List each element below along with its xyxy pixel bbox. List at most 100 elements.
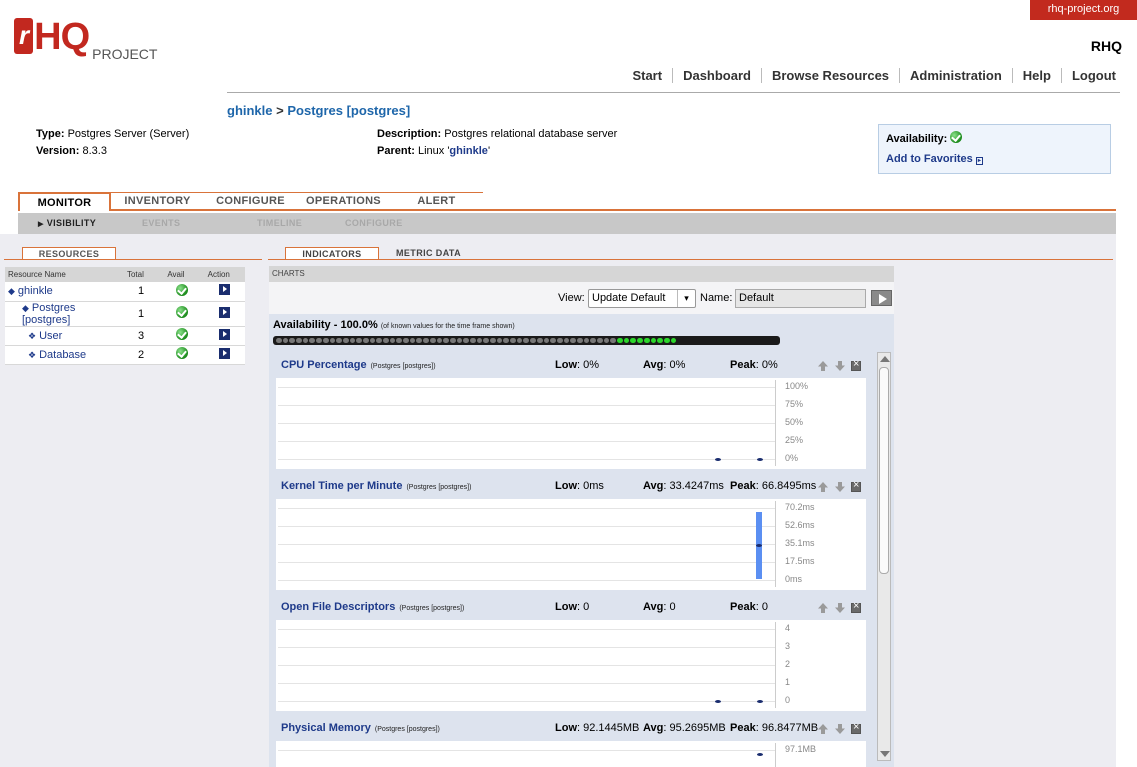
availability-percent: Availability - 100.0% <box>273 319 378 331</box>
tab-inventory[interactable]: INVENTORY <box>111 192 204 211</box>
resource-link[interactable]: Database <box>39 349 86 361</box>
avail-cell <box>164 301 205 327</box>
metric-title[interactable]: CPU Percentage (Postgres [postgres]) <box>281 359 436 371</box>
move-down-icon[interactable] <box>835 482 845 492</box>
action-cell <box>204 301 245 327</box>
subtab-timeline[interactable]: TIMELINE <box>257 213 302 234</box>
avg-label: Avg <box>643 601 664 613</box>
nav-browse-resources[interactable]: Browse Resources <box>760 68 899 83</box>
close-icon[interactable] <box>851 358 861 371</box>
subtab-visibility[interactable]: ▶ VISIBILITY <box>38 213 96 234</box>
close-icon[interactable] <box>851 721 861 734</box>
col-resource-name[interactable]: Resource Name <box>5 267 124 282</box>
avg-value: 0 <box>669 601 676 613</box>
metric-peak: Peak: 96.8477MB <box>730 722 819 734</box>
availability-dot <box>396 337 403 344</box>
availability-dot <box>597 337 603 344</box>
go-button[interactable] <box>871 290 892 306</box>
availability-dot <box>496 337 503 344</box>
go-action-icon[interactable] <box>218 347 230 359</box>
name-input[interactable]: Default <box>735 289 866 308</box>
availability-dot <box>356 337 362 344</box>
resource-link[interactable]: User <box>39 330 62 342</box>
metric-data-tab[interactable]: METRIC DATA <box>396 248 461 258</box>
go-action-icon[interactable] <box>218 306 230 318</box>
availability-dot <box>657 337 663 344</box>
availability-dot <box>416 337 423 344</box>
nav-dashboard[interactable]: Dashboard <box>672 68 761 83</box>
availability-dot <box>342 337 349 344</box>
view-select[interactable]: Update Default ▾ <box>588 289 696 308</box>
move-down-icon[interactable] <box>835 603 845 613</box>
tab-configure[interactable]: CONFIGURE <box>204 192 297 211</box>
project-site-link[interactable]: rhq-project.org <box>1030 0 1137 20</box>
resource-link[interactable]: ghinkle <box>18 285 53 297</box>
breadcrumb-parent[interactable]: ghinkle <box>227 103 273 118</box>
col-avail[interactable]: Avail <box>164 267 205 282</box>
subtab-configure[interactable]: CONFIGURE <box>345 213 403 234</box>
top-nav: Start Dashboard Browse Resources Adminis… <box>622 68 1122 83</box>
total-cell: 3 <box>123 326 165 346</box>
tab-monitor[interactable]: MONITOR <box>18 192 111 211</box>
scroll-up-icon[interactable] <box>880 356 890 362</box>
move-down-icon[interactable] <box>835 361 845 371</box>
resource-link[interactable]: Postgres [postgres] <box>22 302 75 326</box>
availability-dot <box>516 337 523 344</box>
availability-dot <box>403 337 409 344</box>
availability-dot <box>336 337 342 344</box>
move-up-icon[interactable] <box>818 482 828 492</box>
low-label: Low <box>555 601 577 613</box>
move-up-icon[interactable] <box>818 724 828 734</box>
breadcrumb-current[interactable]: Postgres [postgres] <box>287 103 410 118</box>
metric-title[interactable]: Physical Memory (Postgres [postgres]) <box>281 722 440 734</box>
availability-bar <box>273 336 780 345</box>
move-up-icon[interactable] <box>818 361 828 371</box>
nav-help[interactable]: Help <box>1011 68 1061 83</box>
availability-dot <box>536 337 543 344</box>
gridline <box>278 701 775 702</box>
subtab-events[interactable]: EVENTS <box>142 213 180 234</box>
availability-dot <box>530 337 536 344</box>
table-row: ◆ Postgres [postgres] 1 <box>5 301 245 327</box>
go-action-icon[interactable] <box>218 328 230 340</box>
availability-dot <box>322 337 329 344</box>
go-action-icon[interactable] <box>218 284 230 296</box>
tab-operations[interactable]: OPERATIONS <box>297 192 390 211</box>
description-value: Postgres relational database server <box>444 128 618 140</box>
peak-label: Peak <box>730 722 756 734</box>
nav-logout[interactable]: Logout <box>1060 68 1122 83</box>
move-down-icon[interactable] <box>835 724 845 734</box>
resources-table: Resource Name Total Avail Action ◆ ghinkl… <box>5 267 245 365</box>
peak-label: Peak <box>730 480 756 492</box>
peak-value: 0 <box>761 601 768 613</box>
move-up-icon[interactable] <box>818 603 828 613</box>
availability-dot <box>603 337 610 344</box>
check-icon <box>176 328 189 340</box>
availability-dot <box>617 337 623 344</box>
availability-dot <box>449 337 456 344</box>
charts-scrollbar[interactable] <box>877 352 891 761</box>
scroll-down-icon[interactable] <box>880 751 890 757</box>
metric-header: Physical Memory (Postgres [postgres]) Low… <box>276 716 866 741</box>
availability-dot <box>362 337 369 344</box>
add-to-favorites-link[interactable]: Add to Favorites ▸ <box>886 153 1103 165</box>
availability-dot <box>510 337 516 344</box>
y-axis <box>775 743 776 767</box>
parent-link[interactable]: ghinkle <box>449 145 488 157</box>
metric-low: Low: 0 <box>555 601 590 613</box>
metric-plot: 70.2ms 52.6ms 35.1ms 17.5ms 0ms <box>276 499 866 590</box>
nav-administration[interactable]: Administration <box>899 68 1012 83</box>
check-icon <box>176 283 189 296</box>
type-label: Type: <box>36 128 65 140</box>
peak-value: 66.8495ms <box>761 480 817 492</box>
metric-title[interactable]: Kernel Time per Minute (Postgres [postgre… <box>281 480 471 492</box>
scrollbar-thumb[interactable] <box>879 367 889 574</box>
close-icon[interactable] <box>851 600 861 613</box>
metric-title[interactable]: Open File Descriptors (Postgres [postgres… <box>281 601 464 613</box>
availability-dot <box>456 337 463 344</box>
tab-alert[interactable]: ALERT <box>390 192 483 211</box>
close-icon[interactable] <box>851 479 861 492</box>
rhq-logo[interactable]: r HQ PROJECT <box>14 18 157 66</box>
nav-start[interactable]: Start <box>622 68 672 83</box>
col-total[interactable]: Total <box>123 267 165 282</box>
